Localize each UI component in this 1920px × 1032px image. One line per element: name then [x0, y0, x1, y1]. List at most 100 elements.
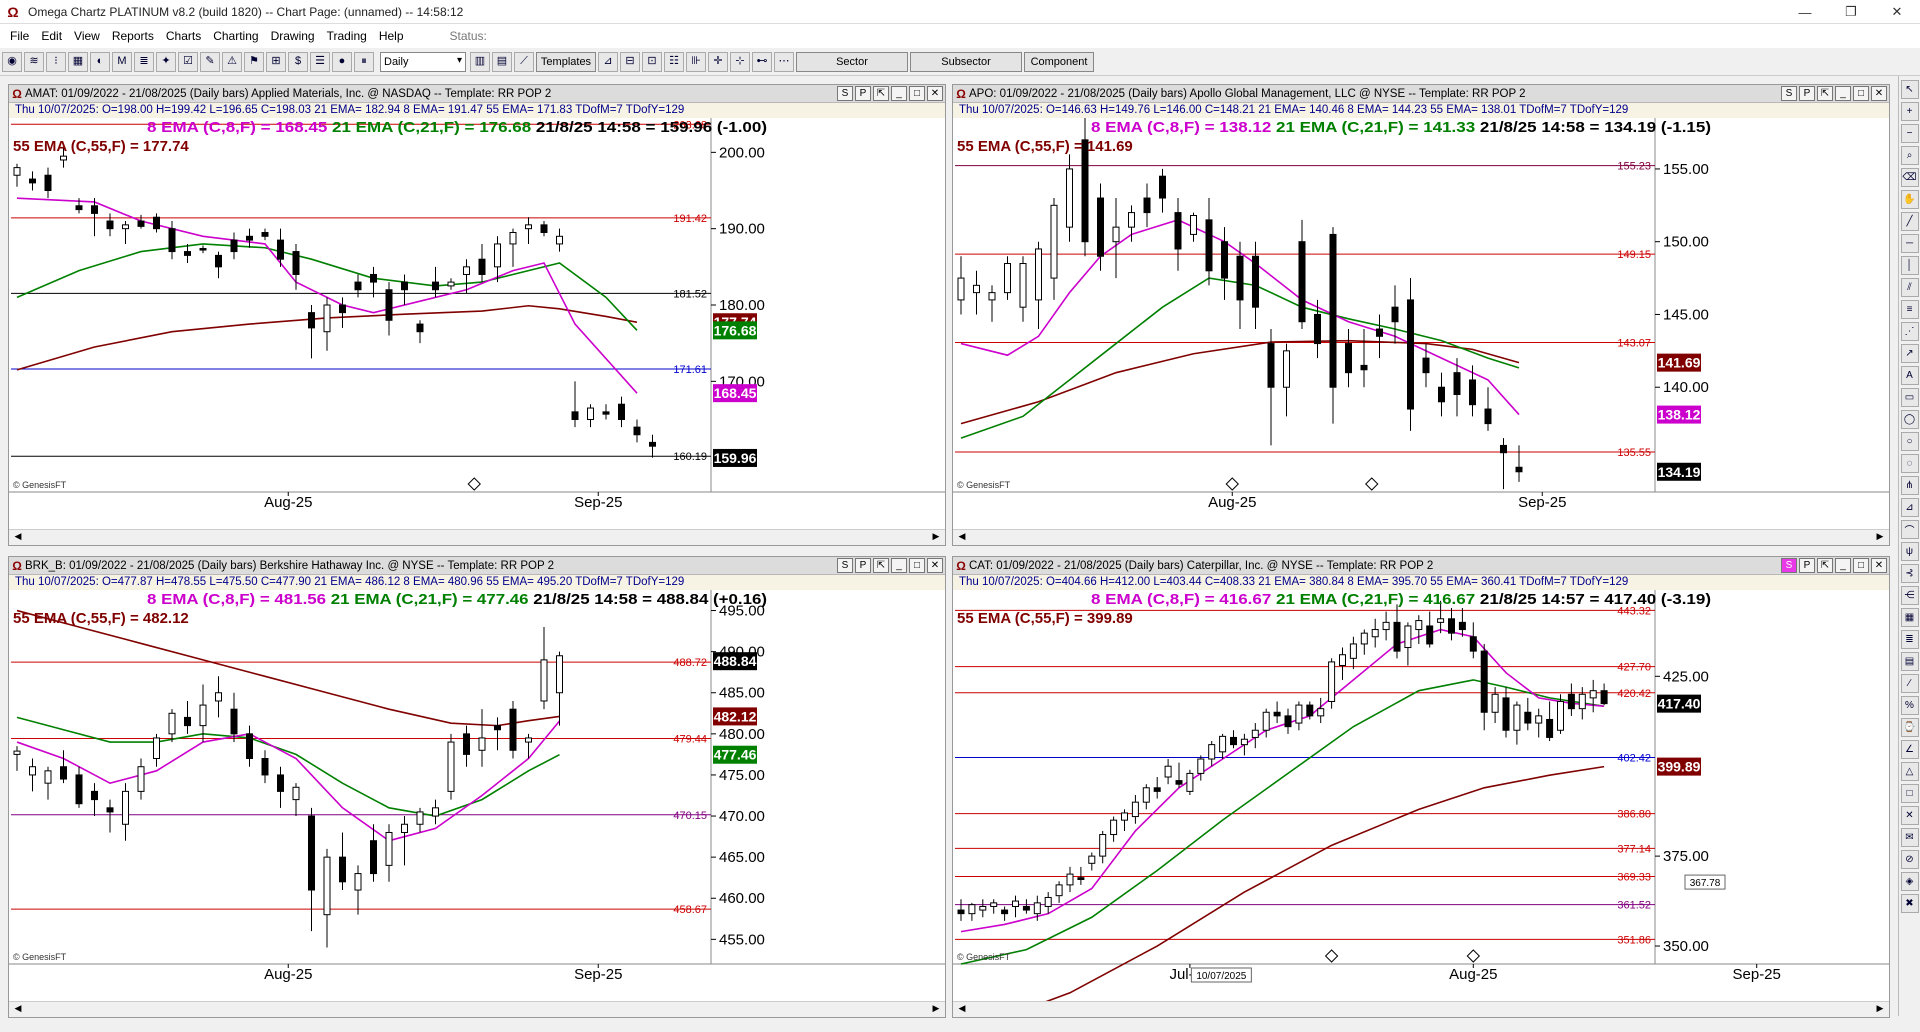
angle-tool-icon[interactable]: ∠ [1900, 740, 1919, 759]
minimize-icon[interactable]: — [1782, 0, 1828, 24]
close-icon[interactable]: ✕ [1874, 0, 1920, 24]
pitchfork-tool-icon[interactable]: ψ [1900, 542, 1919, 561]
menu-file[interactable]: File [4, 29, 35, 43]
news-icon[interactable]: ☰ [310, 51, 330, 72]
quotes-icon[interactable]: $ [288, 51, 308, 72]
cascade-icon[interactable]: ⋯ [774, 51, 794, 72]
layers-icon[interactable]: ≋ [24, 51, 44, 72]
cycle-tool-icon[interactable]: ◌ [1900, 454, 1919, 473]
crosshair-icon[interactable]: ✛ [708, 51, 728, 72]
maximize-icon[interactable]: □ [1853, 558, 1869, 573]
alert-icon[interactable]: ⚠ [222, 51, 242, 72]
price-chart[interactable]: 203.68191.42181.52171.61160.19170.00180.… [9, 118, 945, 529]
gann-tool-icon[interactable]: ⋰ [1900, 322, 1919, 341]
channel-tool-icon[interactable]: ⫽ [1900, 278, 1919, 297]
rectangle-tool-icon[interactable]: ▭ [1900, 388, 1919, 407]
horizontal-scrollbar[interactable]: ◀ ▶ [9, 529, 945, 545]
scroll-right-icon[interactable]: ▶ [929, 1003, 943, 1016]
ratio-tool-icon[interactable]: ∕ [1900, 674, 1919, 693]
panel-header[interactable]: Ω BRK_B: 01/09/2022 - 21/08/2025 (Daily … [9, 557, 945, 575]
split-icon[interactable]: ⊡ [642, 51, 662, 72]
color-tool-icon[interactable]: ◈ [1900, 872, 1919, 891]
subsector-button[interactable]: Subsector [910, 51, 1022, 72]
grid-tool-icon[interactable]: ▦ [1900, 608, 1919, 627]
time-tool-icon[interactable]: ⌚ [1900, 718, 1919, 737]
scroll-right-icon[interactable]: ▶ [929, 531, 943, 544]
globe-icon[interactable]: ◉ [2, 51, 22, 72]
grid-icon[interactable]: ▦ [68, 51, 88, 72]
scroll-right-icon[interactable]: ▶ [1873, 1003, 1887, 1016]
cross-tool-icon[interactable]: ✕ [1900, 806, 1919, 825]
fib-tool-icon[interactable]: ≡ [1900, 300, 1919, 319]
print-button[interactable]: P [1799, 86, 1815, 101]
speed-tool-icon[interactable]: ⊿ [1900, 498, 1919, 517]
maximize-icon[interactable]: □ [909, 86, 925, 101]
ruler-icon[interactable]: ⊷ [752, 51, 772, 72]
stop-tool-icon[interactable]: ⊘ [1900, 850, 1919, 869]
traffic-light-icon[interactable]: ⁝ [46, 51, 66, 72]
magnifier-icon[interactable]: ⌕ [1900, 146, 1919, 165]
note-tool-icon[interactable]: ✉ [1900, 828, 1919, 847]
close-icon[interactable]: ✕ [927, 86, 943, 101]
print-button[interactable]: P [1799, 558, 1815, 573]
templates-button[interactable]: Templates [536, 51, 596, 72]
text-tool-icon[interactable]: A [1900, 366, 1919, 385]
hand-icon[interactable]: ✋ [1900, 190, 1919, 209]
menu-view[interactable]: View [68, 29, 106, 43]
scanner-icon[interactable]: ✦ [156, 51, 176, 72]
scroll-left-icon[interactable]: ◀ [955, 1003, 969, 1016]
fan-tool-icon[interactable]: ⋲ [1900, 586, 1919, 605]
ellipse-tool-icon[interactable]: ◯ [1900, 410, 1919, 429]
regression-tool-icon[interactable]: ⊰ [1900, 564, 1919, 583]
horizontal-scrollbar[interactable]: ◀ ▶ [953, 1001, 1889, 1017]
scroll-right-icon[interactable]: ▶ [1873, 531, 1887, 544]
vline-tool-icon[interactable]: │ [1900, 256, 1919, 275]
period-select[interactable]: Daily [380, 51, 466, 72]
minimize-icon[interactable]: _ [1835, 558, 1851, 573]
view-icon[interactable]: ◐ [90, 51, 110, 72]
close-icon[interactable]: ✕ [1871, 86, 1887, 101]
flag-icon[interactable]: ⚑ [244, 51, 264, 72]
close-icon[interactable]: ✕ [927, 558, 943, 573]
bar-chart-icon[interactable]: ▥ [470, 51, 490, 72]
percent-tool-icon[interactable]: % [1900, 696, 1919, 715]
scale-button[interactable]: S [1781, 86, 1797, 101]
maximize-icon[interactable]: □ [909, 558, 925, 573]
menu-trading[interactable]: Trading [321, 29, 373, 43]
sector-button[interactable]: Sector [796, 51, 908, 72]
component-button[interactable]: Component [1024, 51, 1094, 72]
level-tool-icon[interactable]: ≣ [1900, 630, 1919, 649]
horizontal-scrollbar[interactable]: ◀ ▶ [953, 529, 1889, 545]
popout-icon[interactable]: ⇱ [1817, 558, 1833, 573]
andrews-tool-icon[interactable]: ⋔ [1900, 476, 1919, 495]
hline-tool-icon[interactable]: ─ [1900, 234, 1919, 253]
print-button[interactable]: P [855, 558, 871, 573]
scroll-left-icon[interactable]: ◀ [11, 1003, 25, 1016]
candle-chart-icon[interactable]: ▤ [492, 51, 512, 72]
print-button[interactable]: P [855, 86, 871, 101]
menu-edit[interactable]: Edit [35, 29, 68, 43]
record-icon[interactable]: ● [332, 51, 352, 72]
marker-icon[interactable]: M [112, 51, 132, 72]
maximize-icon[interactable]: □ [1853, 86, 1869, 101]
minimize-icon[interactable]: _ [1835, 86, 1851, 101]
pause-icon[interactable]: ⏸ [354, 51, 374, 72]
box-tool-icon[interactable]: □ [1900, 784, 1919, 803]
scale-button[interactable]: S [1781, 558, 1797, 573]
scroll-left-icon[interactable]: ◀ [955, 531, 969, 544]
tree-icon[interactable]: ⊿ [598, 51, 618, 72]
minimize-icon[interactable]: _ [891, 86, 907, 101]
eraser-icon[interactable]: ⌫ [1900, 168, 1919, 187]
line-chart-icon[interactable]: ⟋ [514, 51, 534, 72]
circle-tool-icon[interactable]: ○ [1900, 432, 1919, 451]
menu-charting[interactable]: Charting [207, 29, 264, 43]
price-chart[interactable]: 443.32427.70420.42402.42386.80377.14369.… [953, 590, 1889, 1001]
delete-tool-icon[interactable]: ✖ [1900, 894, 1919, 913]
close-icon[interactable]: ✕ [1871, 558, 1887, 573]
zoom-out-icon[interactable]: − [1900, 124, 1919, 143]
menu-help[interactable]: Help [373, 29, 410, 43]
menu-drawing[interactable]: Drawing [265, 29, 321, 43]
panel-header[interactable]: Ω CAT: 01/09/2022 - 21/08/2025 (Daily ba… [953, 557, 1889, 575]
scale-button[interactable]: S [837, 86, 853, 101]
panel-header[interactable]: Ω AMAT: 01/09/2022 - 21/08/2025 (Daily b… [9, 85, 945, 103]
